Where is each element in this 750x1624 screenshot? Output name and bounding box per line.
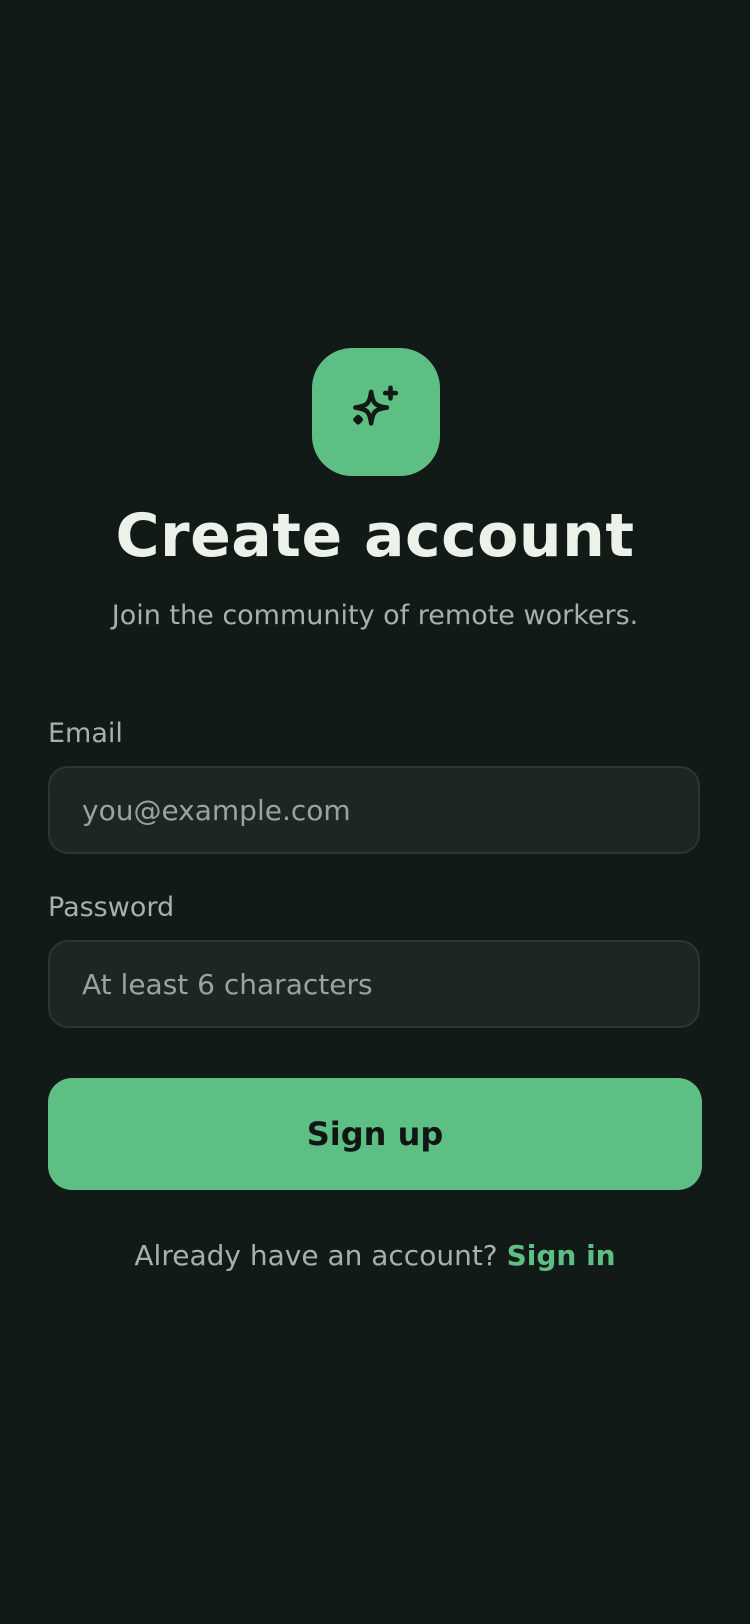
- password-label: Password: [48, 892, 175, 923]
- email-label: Email: [48, 718, 123, 749]
- password-field-container: [48, 940, 700, 1028]
- app-logo: [312, 348, 440, 476]
- sign-in-link[interactable]: Sign in: [507, 1239, 616, 1272]
- sparkles-icon: [347, 381, 405, 443]
- email-field[interactable]: [50, 768, 698, 852]
- page-title: Create account: [115, 501, 635, 571]
- sign-in-prompt: Already have an account? Sign in: [0, 1236, 750, 1276]
- sign-up-button[interactable]: Sign up: [48, 1078, 702, 1190]
- password-field[interactable]: [50, 942, 698, 1026]
- signup-screen: Create account Join the community of rem…: [0, 0, 750, 1624]
- email-field-container: [48, 766, 700, 854]
- page-subtitle: Join the community of remote workers.: [111, 600, 639, 631]
- sign-in-prompt-text: Already have an account?: [134, 1239, 498, 1272]
